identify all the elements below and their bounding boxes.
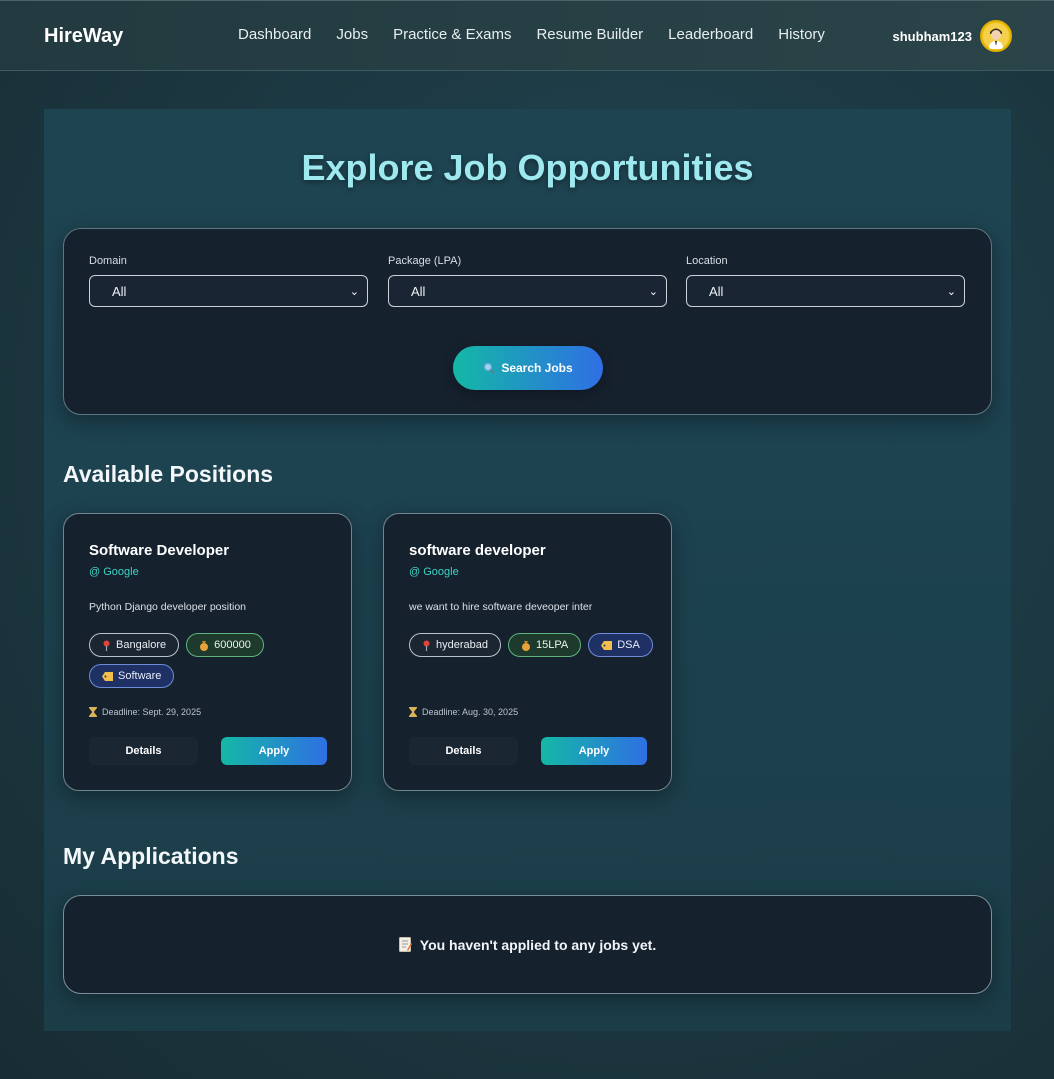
username[interactable]: shubham123: [893, 29, 972, 44]
nav-link-practice-exams[interactable]: Practice & Exams: [393, 26, 511, 43]
domain-filter: Domain All ⌄: [89, 255, 369, 307]
job-title: software developer: [409, 542, 546, 559]
apply-button[interactable]: Apply: [541, 737, 647, 765]
nav-link-resume-builder[interactable]: Resume Builder: [536, 26, 643, 43]
money-bag-icon: [199, 640, 209, 651]
top-navbar: HireWay Dashboard Jobs Practice & Exams …: [0, 0, 1054, 71]
location-tag: Bangalore: [89, 633, 180, 657]
nav-links: Dashboard Jobs Practice & Exams Resume B…: [238, 26, 850, 43]
nav-link-dashboard[interactable]: Dashboard: [238, 26, 311, 43]
deadline-text: Deadline: Aug. 30, 2025: [422, 707, 519, 717]
domain-select[interactable]: All ⌄: [89, 275, 368, 307]
user-menu[interactable]: shubham123: [893, 20, 1012, 52]
domain-tag: Software: [89, 664, 175, 688]
brand-logo[interactable]: HireWay: [44, 25, 123, 48]
applications-panel: You haven't applied to any jobs yet.: [63, 895, 992, 994]
magnifier-icon: [483, 362, 496, 374]
job-company: @ Google: [89, 566, 139, 578]
details-button[interactable]: Details: [409, 737, 518, 765]
label-tag-icon: [102, 671, 113, 681]
job-tags: Bangalore 600000 Software: [89, 633, 339, 688]
job-description: Python Django developer position: [89, 601, 247, 613]
location-tag: hyderabad: [409, 633, 501, 657]
job-description: we want to hire software deveoper inter: [409, 601, 593, 613]
location-tag-text: hyderabad: [436, 639, 488, 651]
apply-button[interactable]: Apply: [221, 737, 327, 765]
package-tag-text: 15LPA: [536, 639, 569, 651]
search-jobs-label: Search Jobs: [501, 361, 573, 375]
job-tags: hyderabad 15LPA DSA: [409, 633, 659, 657]
domain-select-value: All: [112, 283, 127, 299]
search-jobs-button[interactable]: Search Jobs: [453, 346, 603, 390]
filter-panel: Domain All ⌄ Package (LPA) All ⌄ Locatio…: [63, 228, 992, 415]
location-label: Location: [686, 255, 728, 267]
hourglass-icon: [89, 707, 97, 717]
chevron-down-icon: ⌄: [349, 285, 359, 298]
package-select[interactable]: All ⌄: [388, 275, 667, 307]
details-button[interactable]: Details: [89, 737, 198, 765]
nav-link-jobs[interactable]: Jobs: [336, 26, 368, 43]
nav-link-leaderboard[interactable]: Leaderboard: [668, 26, 753, 43]
package-tag-text: 600000: [214, 639, 251, 651]
my-applications-heading: My Applications: [63, 843, 239, 869]
job-card: software developer @ Google we want to h…: [383, 513, 672, 791]
job-deadline: Deadline: Sept. 29, 2025: [89, 707, 201, 717]
package-tag: 600000: [186, 633, 264, 657]
no-applications-text: You haven't applied to any jobs yet.: [419, 936, 657, 953]
money-bag-icon: [521, 640, 531, 651]
chevron-down-icon: ⌄: [648, 285, 658, 298]
memo-icon: [398, 937, 412, 952]
domain-label: Domain: [89, 255, 127, 267]
domain-tag-text: DSA: [617, 639, 640, 651]
available-positions-heading: Available Positions: [63, 461, 274, 487]
package-filter: Package (LPA) All ⌄: [388, 255, 668, 307]
main-panel: Explore Job Opportunities Domain All ⌄ P…: [44, 109, 1011, 1031]
domain-tag: DSA: [588, 633, 653, 657]
package-tag: 15LPA: [508, 633, 582, 657]
user-avatar-icon[interactable]: [980, 20, 1012, 52]
job-card: Software Developer @ Google Python Djang…: [63, 513, 352, 791]
package-label: Package (LPA): [388, 255, 462, 267]
location-tag-text: Bangalore: [116, 639, 167, 651]
location-select[interactable]: All ⌄: [686, 275, 965, 307]
deadline-text: Deadline: Sept. 29, 2025: [102, 707, 202, 717]
job-deadline: Deadline: Aug. 30, 2025: [409, 707, 518, 717]
package-select-value: All: [411, 283, 426, 299]
job-title: Software Developer: [89, 542, 230, 559]
page-title: Explore Job Opportunities: [301, 147, 754, 188]
location-select-value: All: [709, 283, 724, 299]
label-tag-icon: [601, 640, 613, 650]
pin-icon: [422, 640, 431, 651]
pin-icon: [102, 640, 111, 651]
nav-link-history[interactable]: History: [778, 26, 825, 43]
chevron-down-icon: ⌄: [946, 285, 956, 298]
domain-tag-text: Software: [118, 670, 162, 682]
hourglass-icon: [409, 707, 417, 717]
job-company: @ Google: [409, 566, 459, 578]
location-filter: Location All ⌄: [686, 255, 966, 307]
